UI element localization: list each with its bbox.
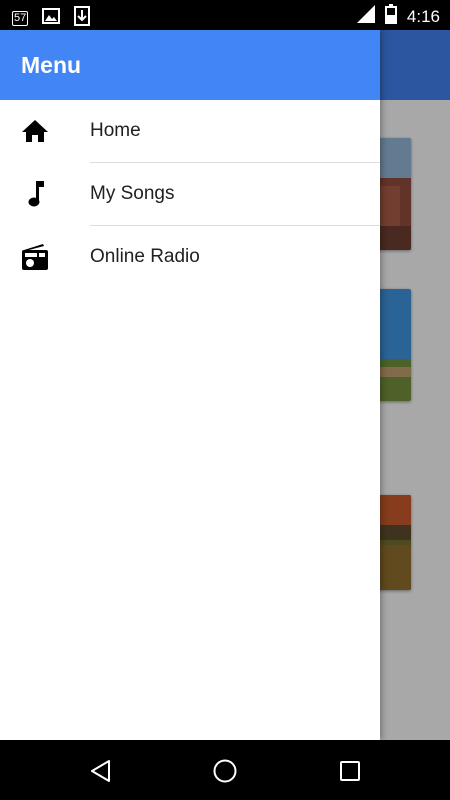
app-content: S S Menu Home [0, 30, 450, 740]
navigation-drawer: Menu Home My Songs Online Radio [0, 30, 380, 740]
download-icon [74, 6, 91, 31]
menu-item-my-songs[interactable]: My Songs [0, 163, 380, 225]
status-bar: 57 4:16 [0, 0, 450, 30]
status-bar-right: 4:16 [356, 4, 440, 29]
image-icon [42, 8, 61, 29]
notification-count: 57 [14, 12, 27, 24]
drawer-header: Menu [0, 30, 380, 100]
menu-item-online-radio[interactable]: Online Radio [0, 226, 380, 288]
menu-item-label: Home [90, 120, 141, 141]
home-circle-icon[interactable] [210, 756, 240, 786]
music-note-icon [20, 179, 50, 209]
menu-item-home[interactable]: Home [0, 100, 380, 162]
menu-item-label: My Songs [90, 183, 175, 204]
battery-icon [384, 4, 397, 29]
drawer-title: Menu [21, 51, 82, 78]
status-bar-left: 57 [12, 6, 91, 31]
back-icon[interactable] [86, 756, 116, 786]
radio-icon [20, 242, 50, 272]
status-bar-time: 4:16 [406, 6, 440, 26]
menu-item-label: Online Radio [90, 246, 200, 267]
home-icon [20, 116, 50, 146]
notification-count-icon: 57 [12, 11, 29, 26]
recents-square-icon[interactable] [335, 756, 365, 786]
system-navigation-bar [0, 740, 450, 800]
signal-icon [356, 5, 375, 28]
